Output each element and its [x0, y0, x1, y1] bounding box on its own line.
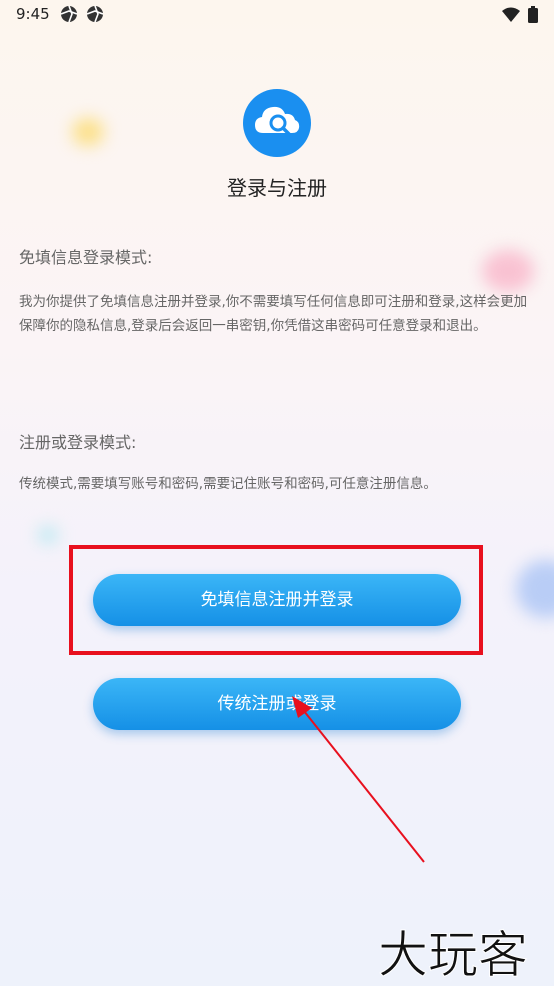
- section-title-traditional-mode: 注册或登录模式:: [19, 433, 137, 452]
- section-body-quick-mode: 我为你提供了免填信息注册并登录,你不需要填写任何信息即可注册和登录,这样会更加保…: [19, 294, 528, 334]
- aperture-icon: [60, 5, 78, 27]
- section-body-traditional-mode: 传统模式,需要填写账号和密码,需要记住账号和密码,可任意注册信息。: [19, 476, 437, 492]
- status-time: 9:45: [16, 5, 50, 23]
- status-bar: 9:45: [0, 0, 554, 30]
- background-blob-cyan: [38, 526, 58, 544]
- watermark-logo: 大玩客: [378, 926, 529, 981]
- aperture-icon: [86, 5, 104, 27]
- traditional-register-login-button[interactable]: 传统注册或登录: [93, 678, 461, 730]
- wifi-icon: [502, 7, 520, 26]
- page-title: 登录与注册: [227, 176, 327, 200]
- section-title-quick-mode: 免填信息登录模式:: [19, 248, 153, 267]
- cloud-search-icon: [243, 89, 311, 157]
- highlight-box: [69, 545, 483, 655]
- background-blob-pink: [482, 250, 534, 292]
- background-blob-blue: [516, 560, 554, 618]
- svg-text:大玩客: 大玩客: [378, 926, 528, 980]
- background-blob-yellow: [72, 118, 104, 146]
- battery-icon: [528, 6, 538, 27]
- app-logo: [243, 89, 311, 157]
